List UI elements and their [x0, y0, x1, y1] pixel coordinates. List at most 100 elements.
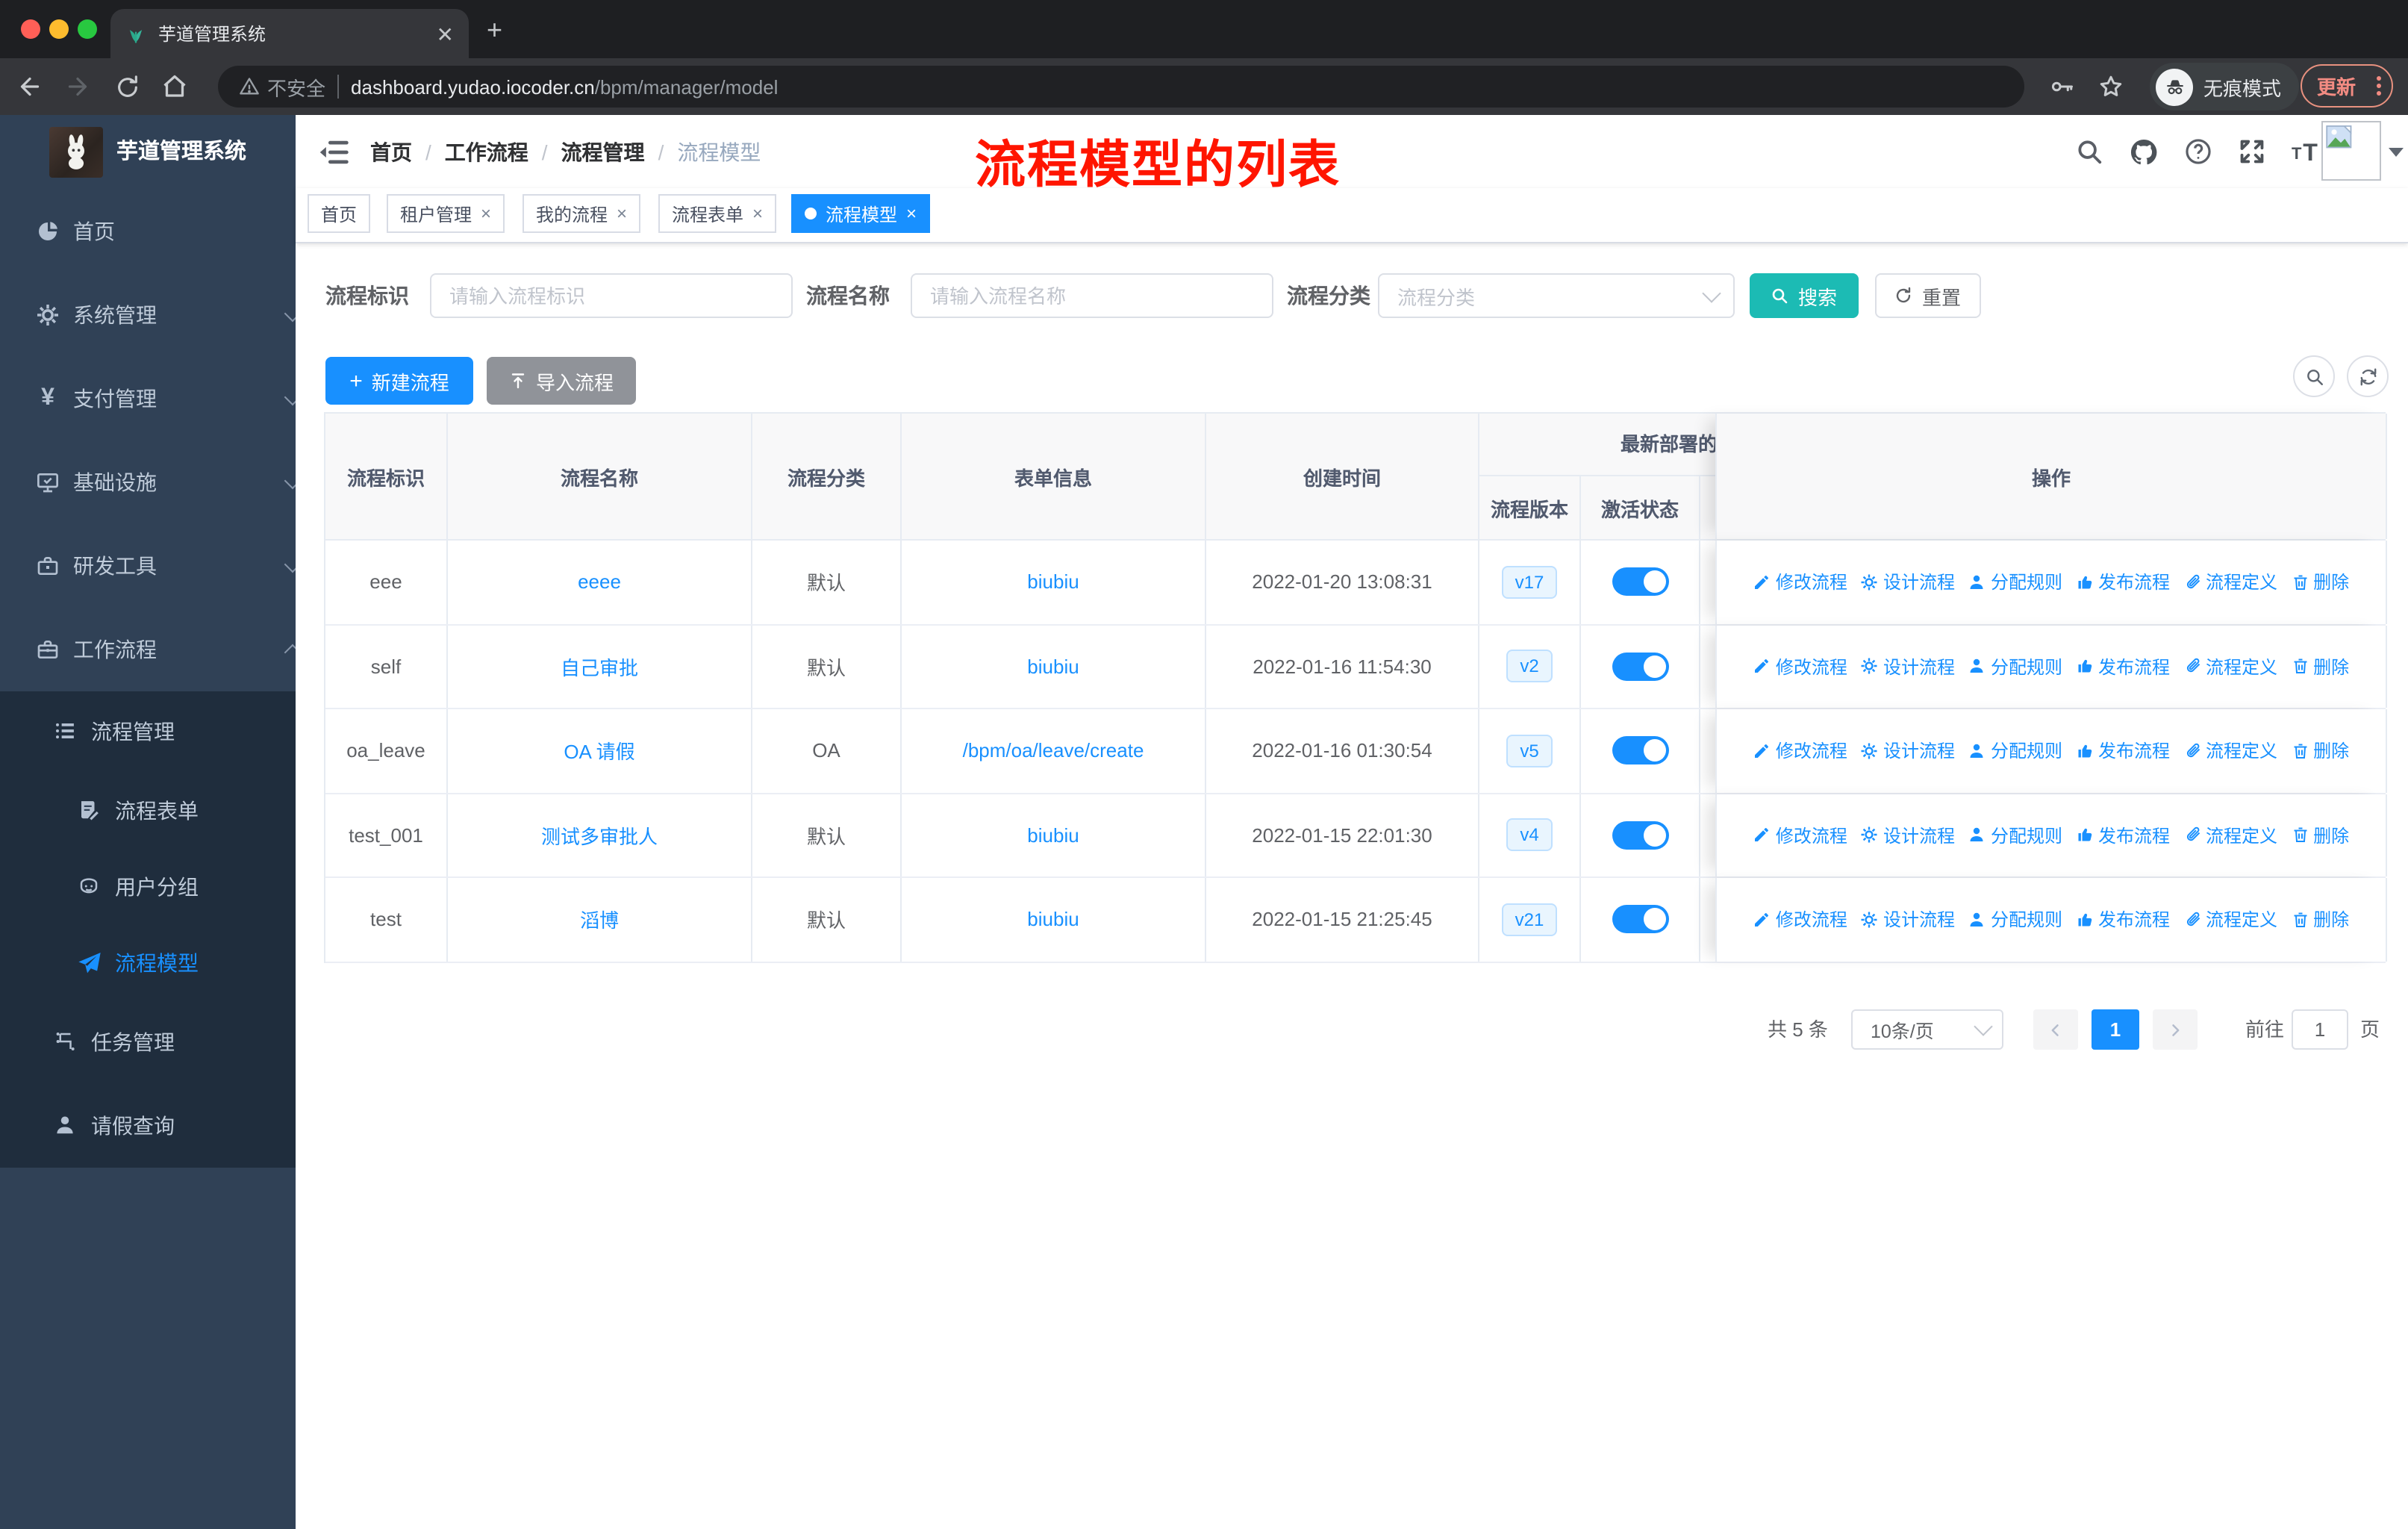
window-zoom-button[interactable] [78, 19, 97, 39]
sidebar-item-infra[interactable]: 基础设施 [0, 440, 296, 524]
process-name-link[interactable]: 自己审批 [561, 653, 638, 681]
action-edit-process[interactable]: 修改流程 [1753, 654, 1847, 679]
sidebar-item-process-mgmt[interactable]: 流程管理 [0, 691, 296, 772]
avatar-caret-icon[interactable] [2389, 148, 2404, 157]
form-info-link[interactable]: biubiu [1027, 909, 1079, 931]
breadcrumb-process-mgmt[interactable]: 流程管理 [561, 137, 645, 166]
url-bar[interactable]: 不安全 dashboard.yudao.iocoder.cn/bpm/manag… [218, 66, 2024, 108]
goto-page-input[interactable] [2292, 1009, 2348, 1050]
window-minimize-button[interactable] [49, 19, 69, 39]
filter-category-select[interactable]: 流程分类 [1378, 273, 1735, 318]
back-icon[interactable] [13, 70, 46, 103]
sidebar-item-home[interactable]: 首页 [0, 190, 296, 273]
action-assign-rule[interactable]: 分配规则 [1968, 907, 2062, 932]
home-icon[interactable] [158, 70, 191, 103]
action-delete[interactable]: 删除 [2291, 907, 2349, 932]
action-design-process[interactable]: 设计流程 [1861, 823, 1955, 848]
action-delete[interactable]: 删除 [2291, 654, 2349, 679]
breadcrumb-workflow[interactable]: 工作流程 [445, 137, 528, 166]
action-design-process[interactable]: 设计流程 [1861, 738, 1955, 764]
form-info-link[interactable]: biubiu [1027, 655, 1079, 678]
forward-icon[interactable] [61, 70, 94, 103]
filter-name-input[interactable] [911, 273, 1273, 318]
import-process-button[interactable]: 导入流程 [487, 357, 636, 405]
close-icon[interactable]: × [481, 205, 491, 222]
active-toggle[interactable] [1612, 905, 1668, 934]
help-icon[interactable] [2184, 137, 2212, 166]
active-toggle[interactable] [1612, 652, 1668, 681]
tag-home[interactable]: 首页 [308, 194, 371, 233]
process-name-link[interactable]: 滔博 [580, 906, 619, 934]
reset-button[interactable]: 重置 [1875, 273, 1981, 318]
action-publish-process[interactable]: 发布流程 [2076, 654, 2170, 679]
process-name-link[interactable]: 测试多审批人 [541, 821, 658, 850]
sidebar-item-workflow[interactable]: 工作流程 [0, 608, 296, 691]
sidebar-item-payment[interactable]: ¥ 支付管理 [0, 357, 296, 440]
prev-page-button[interactable] [2033, 1009, 2078, 1050]
show-search-button[interactable] [2293, 355, 2335, 397]
sidebar-item-task-mgmt[interactable]: 任务管理 [0, 1000, 296, 1084]
action-assign-rule[interactable]: 分配规则 [1968, 738, 2062, 764]
create-process-button[interactable]: + 新建流程 [325, 357, 473, 405]
form-info-link[interactable]: biubiu [1027, 571, 1079, 594]
font-size-icon[interactable]: TT [2292, 137, 2324, 166]
action-design-process[interactable]: 设计流程 [1861, 654, 1955, 679]
action-publish-process[interactable]: 发布流程 [2076, 570, 2170, 595]
action-delete[interactable]: 删除 [2291, 570, 2349, 595]
action-delete[interactable]: 删除 [2291, 738, 2349, 764]
sidebar-item-devtools[interactable]: 研发工具 [0, 524, 296, 608]
action-edit-process[interactable]: 修改流程 [1753, 823, 1847, 848]
action-process-definition[interactable]: 流程定义 [2183, 570, 2277, 595]
filter-id-input[interactable] [430, 273, 793, 318]
sidebar-item-leave-query[interactable]: 请假查询 [0, 1084, 296, 1168]
form-info-link[interactable]: /bpm/oa/leave/create [963, 740, 1144, 762]
search-button[interactable]: 搜索 [1750, 273, 1859, 318]
action-publish-process[interactable]: 发布流程 [2076, 823, 2170, 848]
tag-process-form[interactable]: 流程表单 × [658, 194, 777, 233]
browser-tab[interactable]: 芋道管理系统 ✕ [110, 9, 469, 58]
action-edit-process[interactable]: 修改流程 [1753, 570, 1847, 595]
action-publish-process[interactable]: 发布流程 [2076, 738, 2170, 764]
sidebar-logo[interactable]: 芋道管理系统 [0, 115, 296, 190]
tag-tenant[interactable]: 租户管理 × [387, 194, 505, 233]
action-publish-process[interactable]: 发布流程 [2076, 907, 2170, 932]
sidebar-item-process-form[interactable]: 流程表单 [0, 772, 296, 848]
sidebar-item-process-model[interactable]: 流程模型 [0, 924, 296, 1000]
action-edit-process[interactable]: 修改流程 [1753, 738, 1847, 764]
close-icon[interactable]: × [752, 205, 763, 222]
tab-close-icon[interactable]: ✕ [437, 23, 454, 44]
github-icon[interactable] [2129, 137, 2159, 166]
form-info-link[interactable]: biubiu [1027, 824, 1079, 847]
action-process-definition[interactable]: 流程定义 [2183, 823, 2277, 848]
active-toggle[interactable] [1612, 567, 1668, 597]
security-warning[interactable]: 不安全 [239, 72, 325, 101]
action-assign-rule[interactable]: 分配规则 [1968, 654, 2062, 679]
bookmark-star-icon[interactable] [2094, 70, 2127, 103]
reload-icon[interactable] [110, 70, 143, 103]
process-name-link[interactable]: eeee [578, 571, 621, 594]
action-process-definition[interactable]: 流程定义 [2183, 738, 2277, 764]
sidebar-item-system[interactable]: 系统管理 [0, 273, 296, 357]
fullscreen-icon[interactable] [2238, 137, 2266, 166]
close-icon[interactable]: × [617, 205, 627, 222]
avatar[interactable] [2321, 121, 2381, 181]
browser-menu[interactable]: 更新 [2301, 64, 2393, 108]
close-icon[interactable]: × [906, 205, 917, 222]
action-assign-rule[interactable]: 分配规则 [1968, 823, 2062, 848]
action-edit-process[interactable]: 修改流程 [1753, 907, 1847, 932]
sidebar-collapse-icon[interactable] [316, 135, 349, 168]
tag-process-model[interactable]: 流程模型 × [791, 194, 931, 233]
sidebar-item-user-group[interactable]: 用户分组 [0, 848, 296, 924]
window-close-button[interactable] [21, 19, 40, 39]
active-toggle[interactable] [1612, 736, 1668, 765]
refresh-table-button[interactable] [2347, 355, 2389, 397]
action-design-process[interactable]: 设计流程 [1861, 907, 1955, 932]
search-icon[interactable] [2075, 137, 2103, 166]
breadcrumb-home[interactable]: 首页 [370, 137, 412, 166]
action-assign-rule[interactable]: 分配规则 [1968, 570, 2062, 595]
page-size-select[interactable]: 10条/页 [1851, 1009, 2003, 1050]
next-page-button[interactable] [2153, 1009, 2198, 1050]
action-process-definition[interactable]: 流程定义 [2183, 907, 2277, 932]
key-icon[interactable] [2045, 70, 2078, 103]
action-process-definition[interactable]: 流程定义 [2183, 654, 2277, 679]
